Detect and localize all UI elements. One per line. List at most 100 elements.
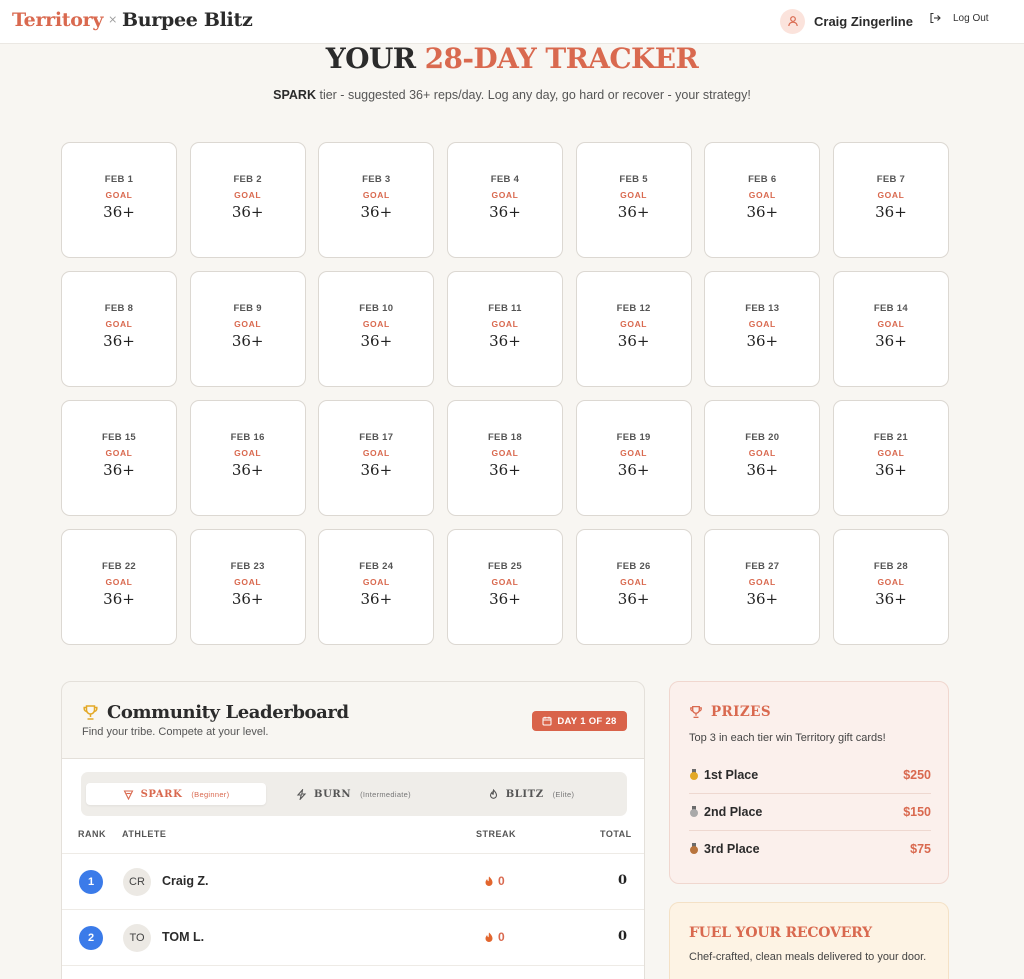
trophy-icon bbox=[83, 705, 98, 720]
day-card[interactable]: FEB 4 GOAL 36+ bbox=[446, 142, 563, 258]
day-goal-value: 36+ bbox=[360, 590, 393, 608]
total-value: 0 bbox=[618, 873, 628, 888]
rank-badge: 1 bbox=[79, 870, 103, 894]
tab-tier-blitz[interactable]: BLITZ (Elite) bbox=[441, 783, 621, 805]
day-card[interactable]: FEB 5 GOAL 36+ bbox=[575, 142, 692, 258]
day-goal-label: GOAL bbox=[877, 448, 905, 458]
day-goal-value: 36+ bbox=[875, 203, 907, 221]
day-goal-value: 36+ bbox=[489, 461, 521, 479]
day-goal-value: 36+ bbox=[875, 590, 907, 608]
day-card[interactable]: FEB 7 GOAL 36+ bbox=[832, 142, 949, 258]
day-card[interactable]: FEB 13 GOAL 36+ bbox=[704, 271, 821, 387]
prize-place-label: 1st Place bbox=[704, 768, 759, 782]
page-title-accent: 28-DAY TRACKER bbox=[424, 42, 699, 75]
day-date: FEB 15 bbox=[101, 432, 136, 443]
day-date: FEB 2 bbox=[233, 174, 262, 185]
brand-burpee-blitz: Burpee Blitz bbox=[122, 9, 253, 31]
day-goal-label: GOAL bbox=[748, 577, 776, 587]
day-goal-label: GOAL bbox=[105, 448, 133, 458]
day-card[interactable]: FEB 3 GOAL 36+ bbox=[318, 142, 435, 258]
day-card[interactable]: FEB 1 GOAL 36+ bbox=[61, 142, 177, 258]
day-goal-value: 36+ bbox=[103, 203, 135, 221]
day-goal-value: 36+ bbox=[617, 203, 650, 221]
fuel-recovery-card[interactable]: FUEL YOUR RECOVERY Chef-crafted, clean m… bbox=[669, 902, 949, 979]
brand-separator: × bbox=[108, 13, 118, 26]
streak-value: 0 bbox=[484, 874, 505, 888]
tier-name: SPARK bbox=[273, 88, 316, 102]
user-icon bbox=[780, 8, 805, 34]
day-card[interactable]: FEB 25 GOAL 36+ bbox=[446, 529, 563, 645]
page-subtitle: SPARK tier - suggested 36+ reps/day. Log… bbox=[0, 88, 1024, 102]
day-goal-label: GOAL bbox=[620, 448, 648, 458]
day-card[interactable]: FEB 24 GOAL 36+ bbox=[318, 529, 435, 645]
day-goal-label: GOAL bbox=[620, 577, 648, 587]
flame-icon bbox=[484, 932, 498, 943]
day-date: FEB 10 bbox=[359, 303, 394, 314]
day-card[interactable]: FEB 16 GOAL 36+ bbox=[189, 400, 306, 516]
bolt-icon bbox=[296, 788, 314, 800]
spark-icon bbox=[123, 789, 141, 800]
day-goal-label: GOAL bbox=[105, 190, 133, 200]
prizes-description: Top 3 in each tier win Territory gift ca… bbox=[689, 732, 886, 744]
tab-tier-spark[interactable]: SPARK (Beginner) bbox=[86, 783, 266, 805]
logout-button[interactable]: Log Out bbox=[929, 12, 989, 24]
day-card[interactable]: FEB 12 GOAL 36+ bbox=[575, 271, 692, 387]
day-card[interactable]: FEB 9 GOAL 36+ bbox=[189, 271, 306, 387]
day-goal-value: 36+ bbox=[746, 332, 779, 350]
tab-tier-burn[interactable]: BURN (Intermediate) bbox=[271, 783, 436, 805]
day-date: FEB 6 bbox=[748, 174, 777, 185]
day-date: FEB 4 bbox=[490, 174, 520, 185]
silver-medal-icon bbox=[689, 806, 699, 818]
day-card[interactable]: FEB 8 GOAL 36+ bbox=[61, 271, 177, 387]
day-card[interactable]: FEB 21 GOAL 36+ bbox=[832, 400, 949, 516]
day-card[interactable]: FEB 20 GOAL 36+ bbox=[704, 400, 821, 516]
day-goal-label: GOAL bbox=[877, 319, 905, 329]
day-card[interactable]: FEB 2 GOAL 36+ bbox=[189, 142, 306, 258]
day-goal-value: 36+ bbox=[875, 461, 907, 479]
user-menu[interactable]: Craig Zingerline bbox=[780, 8, 913, 34]
prize-place-label: 3rd Place bbox=[704, 842, 760, 856]
logout-label: Log Out bbox=[953, 12, 989, 24]
prize-place: 3rd Place bbox=[689, 842, 760, 856]
day-card[interactable]: FEB 27 GOAL 36+ bbox=[704, 529, 821, 645]
day-goal-label: GOAL bbox=[877, 577, 905, 587]
day-card[interactable]: FEB 18 GOAL 36+ bbox=[446, 400, 563, 516]
day-card[interactable]: FEB 19 GOAL 36+ bbox=[575, 400, 692, 516]
day-date: FEB 17 bbox=[359, 432, 394, 443]
day-date: FEB 19 bbox=[616, 432, 651, 443]
leaderboard-row[interactable]: 1 CR Craig Z. 0 0 bbox=[62, 854, 644, 910]
day-goal-label: GOAL bbox=[362, 190, 390, 200]
day-date: FEB 18 bbox=[487, 432, 522, 443]
leaderboard-subtitle: Find your tribe. Compete at your level. bbox=[82, 726, 269, 738]
day-card[interactable]: FEB 28 GOAL 36+ bbox=[832, 529, 949, 645]
day-goal-label: GOAL bbox=[105, 577, 133, 587]
day-card[interactable]: FEB 10 GOAL 36+ bbox=[318, 271, 435, 387]
day-goal-label: GOAL bbox=[362, 577, 390, 587]
day-goal-label: GOAL bbox=[620, 319, 648, 329]
day-card[interactable]: FEB 11 GOAL 36+ bbox=[446, 271, 563, 387]
leaderboard-title: Community Leaderboard bbox=[107, 702, 349, 723]
day-goal-label: GOAL bbox=[234, 319, 262, 329]
day-date: FEB 9 bbox=[233, 303, 262, 314]
leaderboard-body: SPARK (Beginner) BURN (Intermediate) BLITZ (E… bbox=[62, 758, 644, 979]
day-card[interactable]: FEB 15 GOAL 36+ bbox=[61, 400, 177, 516]
brand-logo[interactable]: Territory × Burpee Blitz bbox=[12, 9, 253, 31]
day-card[interactable]: FEB 22 GOAL 36+ bbox=[61, 529, 177, 645]
streak-count: 0 bbox=[498, 930, 505, 944]
gold-medal-icon bbox=[689, 769, 699, 781]
leaderboard-rows: 1 CR Craig Z. 0 0 2 TO TOM L. 0 0 bbox=[62, 853, 644, 966]
prize-amount: $150 bbox=[903, 805, 931, 819]
day-card[interactable]: FEB 17 GOAL 36+ bbox=[318, 400, 435, 516]
day-date: FEB 5 bbox=[619, 174, 648, 185]
day-card[interactable]: FEB 23 GOAL 36+ bbox=[189, 529, 306, 645]
athlete-name: TOM L. bbox=[162, 930, 205, 944]
user-name: Craig Zingerline bbox=[814, 13, 913, 29]
day-card[interactable]: FEB 14 GOAL 36+ bbox=[832, 271, 949, 387]
day-goal-label: GOAL bbox=[491, 448, 519, 458]
day-card[interactable]: FEB 26 GOAL 36+ bbox=[575, 529, 692, 645]
day-date: FEB 7 bbox=[876, 174, 906, 185]
rank-badge: 2 bbox=[79, 926, 103, 950]
prize-amount: $75 bbox=[910, 842, 931, 856]
leaderboard-row[interactable]: 2 TO TOM L. 0 0 bbox=[62, 910, 644, 966]
day-card[interactable]: FEB 6 GOAL 36+ bbox=[704, 142, 821, 258]
